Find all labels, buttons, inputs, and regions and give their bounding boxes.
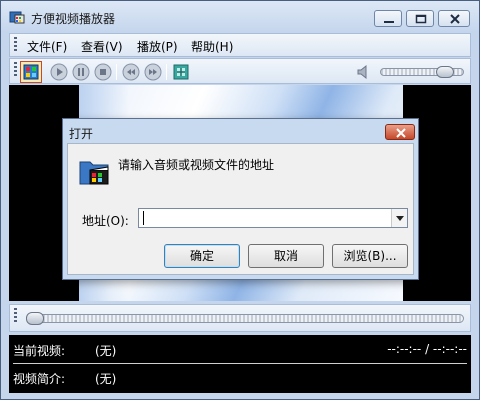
toolbar-separator bbox=[116, 64, 117, 80]
dialog-title: 打开 bbox=[69, 127, 94, 141]
pause-button[interactable] bbox=[72, 63, 90, 81]
play-button[interactable] bbox=[50, 63, 68, 81]
open-media-icon bbox=[23, 64, 39, 80]
open-dialog: 打开 请输入音频或视频文件的地址 地址(O): 确定 取消 浏览(B)... bbox=[62, 118, 419, 280]
window-title: 方便视频播放器 bbox=[31, 12, 116, 26]
menu-file[interactable]: 文件(F) bbox=[27, 38, 67, 55]
dialog-body: 请输入音频或视频文件的地址 地址(O): 确定 取消 浏览(B)... bbox=[67, 143, 414, 275]
current-video-row: 当前视频: (无) --:--:-- / --:--:-- bbox=[13, 342, 467, 362]
current-video-label: 当前视频: bbox=[13, 344, 66, 358]
info-panel: 当前视频: (无) --:--:-- / --:--:-- 视频简介: (无) bbox=[9, 335, 471, 393]
dialog-prompt: 请输入音频或视频文件的地址 bbox=[118, 158, 275, 172]
next-icon bbox=[144, 63, 162, 81]
stop-button[interactable] bbox=[94, 63, 112, 81]
play-icon bbox=[50, 63, 68, 81]
dialog-close-button[interactable] bbox=[385, 124, 415, 140]
fullscreen-icon bbox=[173, 64, 189, 80]
media-folder-icon bbox=[78, 156, 112, 188]
open-media-button[interactable] bbox=[20, 61, 42, 83]
menu-view[interactable]: 查看(V) bbox=[81, 38, 123, 55]
volume-slider-thumb[interactable] bbox=[436, 66, 455, 78]
menu-bar: 文件(F) 查看(V) 播放(P) 帮助(H) bbox=[9, 33, 471, 57]
text-caret bbox=[143, 211, 144, 225]
close-icon bbox=[396, 128, 406, 138]
address-label: 地址(O): bbox=[82, 214, 129, 228]
previous-icon bbox=[122, 63, 140, 81]
minimize-button[interactable] bbox=[374, 10, 402, 27]
video-intro-label: 视频简介: bbox=[13, 372, 66, 386]
maximize-button[interactable] bbox=[406, 10, 434, 27]
toolbar bbox=[9, 58, 471, 84]
pause-icon bbox=[72, 63, 90, 81]
menubar-grip[interactable] bbox=[14, 37, 17, 53]
browse-button[interactable]: 浏览(B)... bbox=[332, 244, 408, 268]
toolbar-grip[interactable] bbox=[14, 62, 17, 78]
seek-slider-track[interactable] bbox=[26, 314, 464, 323]
toolbar-separator bbox=[166, 64, 167, 80]
stop-icon bbox=[94, 63, 112, 81]
address-input[interactable] bbox=[139, 209, 389, 227]
seekbar-grip[interactable] bbox=[14, 308, 17, 324]
menu-play[interactable]: 播放(P) bbox=[137, 38, 178, 55]
previous-button[interactable] bbox=[122, 63, 140, 81]
cancel-button[interactable]: 取消 bbox=[248, 244, 324, 268]
app-icon bbox=[9, 9, 25, 25]
next-button[interactable] bbox=[144, 63, 162, 81]
volume-icon[interactable] bbox=[356, 64, 372, 83]
address-dropdown-button[interactable] bbox=[391, 209, 407, 227]
ok-button[interactable]: 确定 bbox=[164, 244, 240, 268]
menu-help[interactable]: 帮助(H) bbox=[191, 38, 233, 55]
address-combobox[interactable] bbox=[138, 208, 408, 228]
chevron-down-icon bbox=[396, 216, 404, 221]
seek-bar bbox=[9, 304, 471, 332]
seek-slider-thumb[interactable] bbox=[26, 312, 44, 325]
current-video-value: (无) bbox=[95, 344, 117, 358]
info-divider bbox=[13, 363, 467, 364]
video-intro-value: (无) bbox=[95, 372, 117, 386]
close-button[interactable] bbox=[438, 10, 470, 27]
fullscreen-button[interactable] bbox=[172, 63, 190, 81]
time-display: --:--:-- / --:--:-- bbox=[387, 342, 467, 356]
title-bar[interactable]: 方便视频播放器 bbox=[1, 1, 479, 33]
video-intro-row: 视频简介: (无) bbox=[13, 370, 467, 390]
